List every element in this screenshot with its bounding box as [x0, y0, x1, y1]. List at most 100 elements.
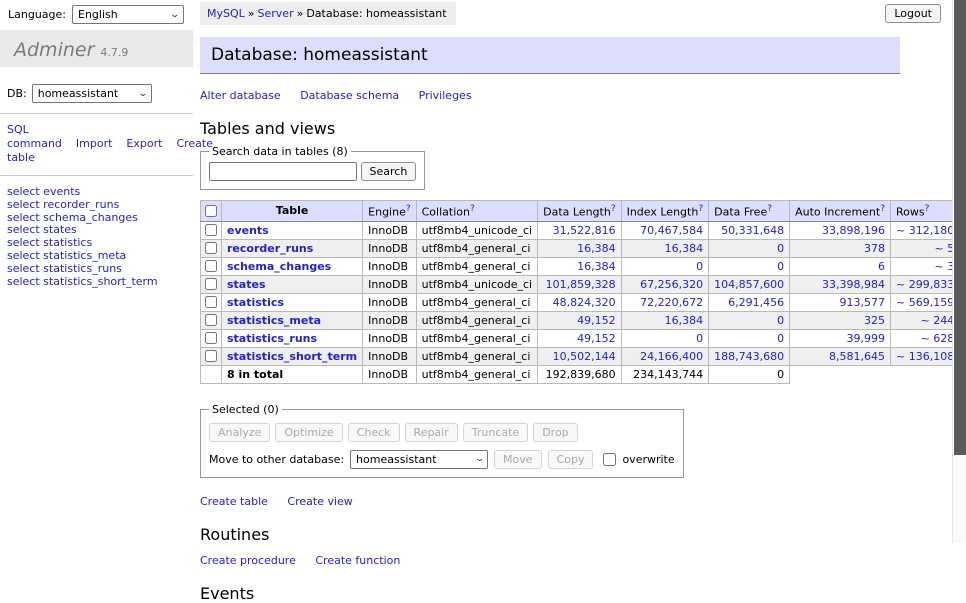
index-length-link[interactable]: 16,384 [665, 314, 704, 327]
privileges-link[interactable]: Privileges [419, 89, 472, 102]
auto-increment-link[interactable]: 39,999 [847, 332, 886, 345]
help-link[interactable]: ? [925, 204, 930, 214]
sidebar-item-select-statistics-runs[interactable]: select statistics_runs [7, 263, 186, 276]
table-name-link[interactable]: schema_changes [227, 260, 331, 273]
overwrite-checkbox[interactable] [603, 453, 616, 466]
data-length-link[interactable]: 48,824,320 [553, 296, 616, 309]
help-link[interactable]: ? [767, 204, 772, 214]
index-length-link[interactable]: 72,220,672 [640, 296, 703, 309]
row-checkbox[interactable] [205, 260, 217, 272]
breadcrumb-link-server[interactable]: Server [258, 7, 294, 20]
search-button[interactable]: Search [361, 162, 417, 181]
help-link[interactable]: ? [880, 204, 885, 214]
row-checkbox[interactable] [205, 224, 217, 236]
table-name-link[interactable]: statistics [227, 296, 284, 309]
totals-row: 8 in totalInnoDButf8mb4_general_ci192,83… [201, 365, 966, 383]
help-link[interactable]: ? [406, 204, 411, 214]
row-checkbox[interactable] [205, 242, 217, 254]
auto-increment-cell: 8,581,645 [790, 347, 891, 365]
move-database-select[interactable]: homeassistant ⌄ [350, 450, 488, 469]
analyze-button[interactable]: Analyze [209, 423, 270, 442]
alter-database-link[interactable]: Alter database [200, 89, 281, 102]
create-table-link[interactable]: Create table [200, 495, 268, 508]
data-length-link[interactable]: 16,384 [577, 242, 616, 255]
breadcrumb-link-mysql[interactable]: MySQL [207, 7, 245, 20]
data-length-link[interactable]: 31,522,816 [553, 224, 616, 237]
db-select[interactable]: homeassistant ⌄ [32, 84, 152, 103]
data-free-link[interactable]: 0 [777, 332, 784, 345]
index-length-link[interactable]: 16,384 [665, 242, 704, 255]
auto-increment-link[interactable]: 913,577 [840, 296, 886, 309]
data-free-link[interactable]: 0 [777, 314, 784, 327]
data-length-link[interactable]: 16,384 [577, 260, 616, 273]
table-name-link[interactable]: statistics_runs [227, 332, 317, 345]
search-input[interactable] [209, 162, 357, 181]
move-button[interactable]: Move [494, 450, 542, 469]
row-checkbox[interactable] [205, 296, 217, 308]
data-free-link[interactable]: 188,743,680 [714, 350, 784, 363]
select-all-checkbox[interactable] [205, 205, 217, 217]
row-checkbox[interactable] [205, 332, 217, 344]
data-free-link[interactable]: 104,857,600 [714, 278, 784, 291]
row-checkbox[interactable] [205, 314, 217, 326]
table-name-link[interactable]: statistics_short_term [227, 350, 357, 363]
rows-link[interactable]: ~ 312,180 [896, 224, 954, 237]
optimize-button[interactable]: Optimize [275, 423, 342, 442]
row-checkbox[interactable] [205, 278, 217, 290]
sidebar-item-select-recorder-runs[interactable]: select recorder_runs [7, 199, 186, 212]
auto-increment-link[interactable]: 325 [864, 314, 885, 327]
vertical-scrollbar[interactable] [952, 0, 966, 543]
rows-link[interactable]: ~ 299,833 [896, 278, 954, 291]
help-link[interactable]: ? [470, 204, 475, 214]
check-button[interactable]: Check [348, 423, 400, 442]
repair-button[interactable]: Repair [405, 423, 458, 442]
rows-link[interactable]: ~ 569,159 [896, 296, 954, 309]
index-length-link[interactable]: 0 [696, 332, 703, 345]
truncate-button[interactable]: Truncate [463, 423, 528, 442]
help-link[interactable]: ? [611, 204, 616, 214]
totals-data-length-cell: 192,839,680 [538, 365, 621, 383]
index-length-link[interactable]: 70,467,584 [640, 224, 703, 237]
auto-increment-link[interactable]: 6 [878, 260, 885, 273]
sidebar-link-import[interactable]: Import [76, 137, 113, 150]
sidebar-link-sql-command[interactable]: SQL command [7, 123, 62, 150]
database-schema-link[interactable]: Database schema [300, 89, 399, 102]
rows-link[interactable]: ~ 628 [920, 332, 954, 345]
sidebar-item-select-events[interactable]: select events [7, 186, 186, 199]
row-checkbox[interactable] [205, 350, 217, 362]
index-length-link[interactable]: 24,166,400 [640, 350, 703, 363]
scrollbar-thumb[interactable] [954, 0, 966, 455]
create-function-link[interactable]: Create function [315, 554, 400, 567]
language-select[interactable]: English ⌄ [72, 5, 184, 24]
auto-increment-link[interactable]: 33,898,196 [822, 224, 885, 237]
help-link[interactable]: ? [698, 204, 703, 214]
table-name-link[interactable]: events [227, 224, 269, 237]
index-length-link[interactable]: 0 [696, 260, 703, 273]
data-length-link[interactable]: 10,502,144 [553, 350, 616, 363]
auto-increment-link[interactable]: 33,398,984 [822, 278, 885, 291]
sidebar-item-select-statistics-short-term[interactable]: select statistics_short_term [7, 276, 186, 289]
table-name-link[interactable]: statistics_meta [227, 314, 321, 327]
rows-link[interactable]: ~ 244 [920, 314, 954, 327]
data-length-link[interactable]: 101,859,328 [546, 278, 616, 291]
sidebar-item-select-statistics-meta[interactable]: select statistics_meta [7, 250, 186, 263]
data-free-link[interactable]: 0 [777, 242, 784, 255]
data-free-link[interactable]: 50,331,648 [721, 224, 784, 237]
index-length-link[interactable]: 67,256,320 [640, 278, 703, 291]
data-length-link[interactable]: 49,152 [577, 314, 616, 327]
data-free-link[interactable]: 0 [777, 260, 784, 273]
auto-increment-link[interactable]: 378 [864, 242, 885, 255]
engine-cell: InnoDB [363, 293, 416, 311]
table-row: eventsInnoDButf8mb4_unicode_ci31,522,816… [201, 221, 966, 239]
create-view-link[interactable]: Create view [287, 495, 352, 508]
create-procedure-link[interactable]: Create procedure [200, 554, 296, 567]
table-name-link[interactable]: recorder_runs [227, 242, 313, 255]
drop-button[interactable]: Drop [533, 423, 577, 442]
sidebar-link-export[interactable]: Export [126, 137, 162, 150]
rows-link[interactable]: ~ 136,108 [896, 350, 954, 363]
data-free-link[interactable]: 6,291,456 [728, 296, 784, 309]
copy-button[interactable]: Copy [548, 450, 594, 469]
auto-increment-link[interactable]: 8,581,645 [829, 350, 885, 363]
table-name-link[interactable]: states [227, 278, 266, 291]
data-length-link[interactable]: 49,152 [577, 332, 616, 345]
